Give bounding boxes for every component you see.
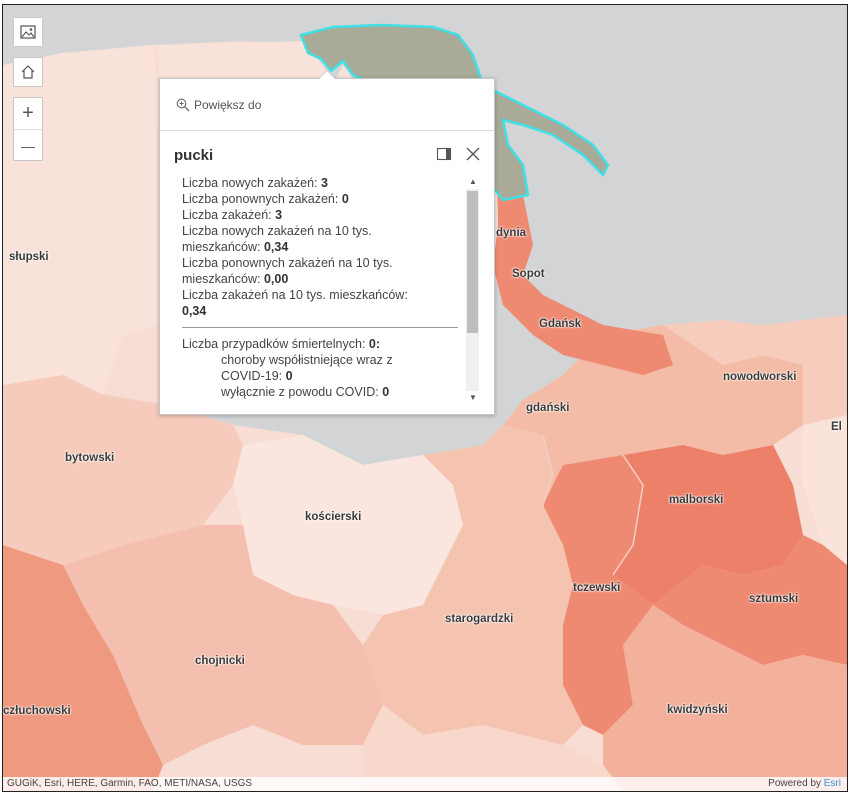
label-kwidzynski: kwidzyński (667, 704, 728, 716)
zoom-to-action[interactable]: Powiększ do (176, 98, 261, 112)
label-chojnicki: chojnicki (195, 655, 245, 667)
label-slupski: słupski (9, 251, 49, 263)
label-sopot: Sopot (512, 268, 545, 280)
powered-by: Powered by Esri (768, 778, 841, 789)
field-comorbid-deaths: choroby współistniejące wraz z COVID-19: … (221, 353, 393, 383)
scroll-down-arrow-icon[interactable]: ▼ (469, 393, 477, 402)
label-nowodworski: nowodworski (723, 371, 797, 383)
popup-title: pucki (174, 147, 214, 164)
attribution-bar: GUGiK, Esri, HERE, Garmin, FAO, METI/NAS… (3, 777, 847, 791)
label-elblag: El (831, 421, 842, 433)
zoom-to-label: Powiększ do (194, 98, 262, 112)
zoom-in-button[interactable]: + (14, 98, 42, 129)
label-czluchowski: człuchowski (3, 705, 71, 717)
close-icon (466, 147, 480, 161)
zoom-controls: + — (13, 97, 43, 161)
label-bytowski: bytowski (65, 452, 115, 464)
map-frame: słupski bytowski kościerski chojnicki cz… (2, 4, 848, 792)
popup-pointer-inner (319, 71, 335, 79)
label-malborski: malborski (669, 494, 724, 506)
content-divider (182, 327, 458, 328)
label-gdynia: dynia (496, 227, 527, 239)
attribution-sources: GUGiK, Esri, HERE, Garmin, FAO, METI/NAS… (7, 778, 253, 789)
zoom-in-magnifier-icon (176, 98, 190, 112)
field-re-per-10k: Liczba ponownych zakażeń na 10 tys. miesz… (182, 256, 393, 286)
label-starogardzki: starogardzki (445, 613, 514, 625)
basemap-button[interactable] (13, 17, 43, 47)
label-gdanski: gdański (526, 402, 570, 414)
field-total-per-10k: Liczba zakażeń na 10 tys. mieszkańców: 0,… (182, 288, 408, 318)
scroll-up-arrow-icon[interactable]: ▲ (469, 177, 477, 186)
scroll-thumb[interactable] (467, 191, 478, 333)
field-covid-only-deaths: wyłącznie z powodu COVID: 0 (221, 385, 390, 399)
label-koscierski: kościerski (305, 511, 362, 523)
dock-icon (436, 147, 452, 161)
feature-popup: Powiększ do pucki Liczba nowych zakażeń:… (159, 70, 495, 415)
home-button[interactable] (13, 57, 43, 87)
field-total-cases: Liczba zakażeń: 3 (182, 208, 283, 222)
label-sztumski: sztumski (749, 593, 799, 605)
label-gdansk: Gdańsk (539, 318, 582, 330)
field-deaths: Liczba przypadków śmiertelnych: 0: (182, 337, 381, 351)
popup-divider (160, 130, 494, 131)
field-new-cases: Liczba nowych zakażeń: 3 (182, 176, 328, 190)
home-icon (21, 65, 35, 79)
field-new-per-10k: Liczba nowych zakażeń na 10 tys. mieszkań… (182, 224, 372, 254)
zoom-out-button[interactable]: — (14, 130, 42, 161)
field-reinfections: Liczba ponownych zakażeń: 0 (182, 192, 349, 206)
popup-content: Liczba nowych zakażeń: 3 Liczba ponownyc… (182, 175, 458, 405)
label-tczewski: tczewski (573, 582, 621, 594)
dock-button[interactable] (436, 146, 452, 162)
image-icon (20, 25, 36, 39)
popup-scrollbar[interactable]: ▲ ▼ (466, 177, 479, 403)
esri-link[interactable]: Esri (824, 778, 841, 789)
close-button[interactable] (464, 145, 482, 163)
